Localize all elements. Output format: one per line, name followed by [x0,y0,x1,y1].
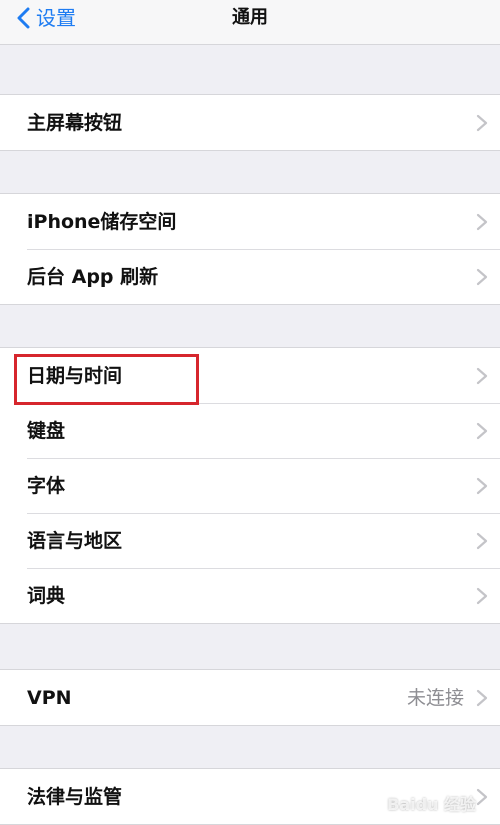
chevron-right-icon [476,114,488,131]
row-label: VPN [27,686,72,709]
settings-row-language-region[interactable]: 语言与地区 [0,513,500,568]
navigation-bar: 设置 通用 [0,0,500,45]
page-title: 通用 [232,7,268,28]
chevron-right-icon [476,689,488,706]
settings-row-iphone-storage[interactable]: iPhone储存空间 [0,194,500,249]
settings-row-fonts[interactable]: 字体 [0,458,500,513]
chevron-right-icon [476,532,488,549]
row-label: 字体 [27,474,66,497]
row-label: 主屏幕按钮 [27,111,123,134]
row-label: iPhone储存空间 [27,210,177,233]
row-label: 语言与地区 [27,529,123,552]
settings-group-home: 主屏幕按钮 [0,94,500,151]
chevron-right-icon [476,268,488,285]
settings-row-vpn[interactable]: VPN 未连接 [0,670,500,725]
chevron-right-icon [476,788,488,805]
baidu-watermark: Baidu 经验 [387,795,476,814]
chevron-right-icon [476,477,488,494]
chevron-right-icon [476,587,488,604]
settings-row-keyboard[interactable]: 键盘 [0,403,500,458]
settings-group-vpn: VPN 未连接 [0,669,500,726]
chevron-right-icon [476,213,488,230]
chevron-right-icon [476,367,488,384]
chevron-right-icon [476,422,488,439]
settings-row-home-button[interactable]: 主屏幕按钮 [0,95,500,150]
row-label: 词典 [27,584,66,607]
row-label: 后台 App 刷新 [27,265,159,288]
vpn-status: 未连接 [406,686,464,709]
settings-group-storage: iPhone储存空间 后台 App 刷新 [0,193,500,305]
settings-row-dictionary[interactable]: 词典 [0,568,500,623]
row-label: 法律与监管 [27,785,123,808]
row-label: 键盘 [27,419,66,442]
settings-row-background-app-refresh[interactable]: 后台 App 刷新 [0,249,500,304]
highlight-box [14,354,199,405]
